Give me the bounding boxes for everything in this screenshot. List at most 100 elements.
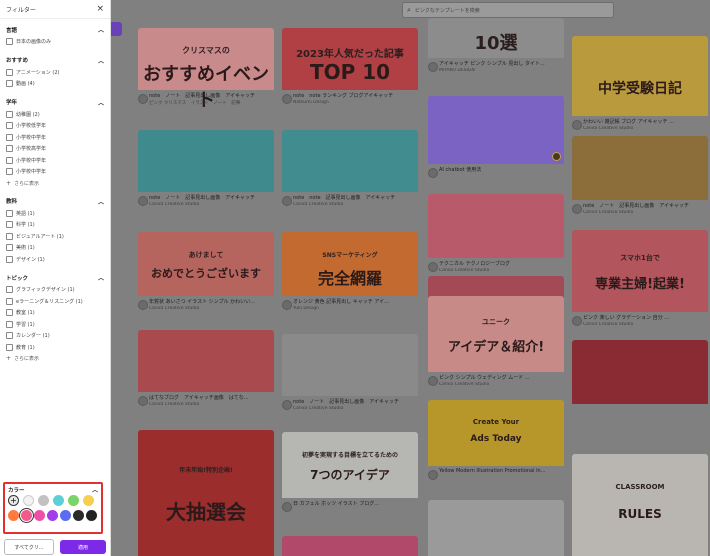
template-title[interactable]: ピンク シンプル ウェディング ムード ... <box>439 374 564 381</box>
creator-name[interactable]: Canva Creative Studio <box>583 126 708 131</box>
creator-avatar[interactable] <box>138 300 148 310</box>
chevron-up-icon[interactable]: ︿ <box>92 485 98 494</box>
filter-option[interactable]: グラフィックデザイン (1) <box>6 284 104 296</box>
template-thumbnail[interactable]: ユニーク アイデア＆紹介! <box>428 296 564 372</box>
creator-name[interactable]: Canva Creative Studio <box>293 406 418 411</box>
template-thumbnail[interactable] <box>282 130 418 192</box>
checkbox[interactable] <box>6 110 13 118</box>
checkbox[interactable] <box>6 68 13 76</box>
color-swatch[interactable] <box>23 495 34 506</box>
filter-option[interactable]: アニメーション (2) <box>6 67 104 79</box>
checkbox[interactable] <box>6 221 13 229</box>
color-swatch[interactable] <box>34 510 45 521</box>
template-thumbnail[interactable] <box>138 330 274 392</box>
chevron-up-icon[interactable]: ︿ <box>98 25 104 34</box>
color-swatch[interactable] <box>8 510 19 521</box>
template-thumbnail[interactable] <box>282 334 418 396</box>
creator-name[interactable]: Canva Creative Studio <box>149 202 274 207</box>
creator-name[interactable]: Canva Creative Studio <box>149 402 274 407</box>
chevron-up-icon[interactable]: ︿ <box>98 273 104 282</box>
template-title[interactable]: note note ランキング ブログアイキャッチ <box>293 92 418 99</box>
creator-avatar[interactable] <box>428 168 438 178</box>
checkbox[interactable] <box>6 332 13 340</box>
color-swatch[interactable] <box>53 495 64 506</box>
template-thumbnail[interactable]: スマホ1台で 専業主婦!起業! <box>572 230 708 312</box>
template-thumbnail[interactable] <box>572 340 708 404</box>
filter-option[interactable]: 科学 (1) <box>6 219 104 231</box>
creator-name[interactable]: Canva Creative Studio <box>149 306 274 311</box>
template-thumbnail[interactable] <box>428 500 564 556</box>
checkbox[interactable] <box>6 80 13 88</box>
template-title[interactable]: 日 カフェル ホッツ イラスト ブログ... <box>293 500 418 507</box>
template-card[interactable]: あけまして おめでとうございます 年賀状 あいさつ イラスト シンプル かわいい..… <box>138 232 274 318</box>
checkbox[interactable] <box>6 286 13 294</box>
filter-option[interactable]: 幼稚園 (2) <box>6 109 104 121</box>
checkbox[interactable] <box>6 343 13 351</box>
template-card[interactable]: note ノート 記事見出し画像 アイキャッチ Canva Creative St… <box>282 334 418 418</box>
template-thumbnail[interactable]: CLASSROOM RULES <box>572 454 708 556</box>
template-thumbnail[interactable]: 2023年人気だった記事 TOP 10 <box>282 28 418 90</box>
filter-option[interactable]: 教育 (1) <box>6 342 104 354</box>
creator-name[interactable]: Canva Creative Studio <box>439 268 564 273</box>
filter-option[interactable]: 学習 (1) <box>6 319 104 331</box>
filter-option[interactable]: 動画 (4) <box>6 78 104 90</box>
template-thumbnail[interactable]: 年末年始!特別企画! 大抽選会 <box>138 430 274 556</box>
creator-name[interactable]: Canva Creative Studio <box>293 202 418 207</box>
filter-section-title[interactable]: トピック ︿ <box>6 271 104 284</box>
chevron-up-icon[interactable]: ︿ <box>98 197 104 206</box>
checkbox[interactable] <box>6 156 13 164</box>
template-thumbnail[interactable]: 中学受験日記 <box>572 36 708 116</box>
template-card[interactable] <box>572 340 708 426</box>
checkbox[interactable] <box>6 297 13 305</box>
template-title[interactable]: かわいい 雑記帳 ブログ アイキャッチ ... <box>583 118 708 125</box>
filter-option[interactable]: 小学校中学年 <box>6 166 104 178</box>
filter-option[interactable]: ビジュアルアート (1) <box>6 231 104 243</box>
creator-avatar[interactable] <box>572 204 582 214</box>
filter-option[interactable]: カレンダー (1) <box>6 330 104 342</box>
creator-avatar[interactable] <box>282 94 292 104</box>
creator-avatar[interactable] <box>282 196 292 206</box>
creator-avatar[interactable] <box>428 376 438 386</box>
template-card[interactable]: ユニーク アイデア＆紹介! ピンク シンプル ウェディング ムード ... Canva… <box>428 296 564 394</box>
template-thumbnail[interactable]: Create Your Ads Today <box>428 400 564 466</box>
filter-option[interactable]: eラーニング＆リスニング (1) <box>6 296 104 308</box>
template-card[interactable]: スマホ1台で 専業主婦!起業! ピンク 楽しい グラデーション 自分 ... Canv… <box>572 230 708 334</box>
close-icon[interactable]: × <box>96 4 104 14</box>
creator-avatar[interactable] <box>282 300 292 310</box>
color-swatch[interactable]: + <box>8 495 19 506</box>
creator-avatar[interactable] <box>428 262 438 272</box>
filter-section-title[interactable]: 言語 ︿ <box>6 23 104 36</box>
color-swatch[interactable] <box>47 510 58 521</box>
show-more-button[interactable]: + さらに表示 <box>6 353 104 364</box>
template-thumbnail[interactable] <box>428 96 564 164</box>
apply-button[interactable]: 適用 <box>60 540 106 554</box>
checkbox[interactable] <box>6 320 13 328</box>
template-card[interactable]: SNSマーケティング 完全網羅 オレンジ 黄色 記事見出し キャッチ アイ... Yu… <box>282 232 418 318</box>
show-more-button[interactable]: + さらに表示 <box>6 178 104 189</box>
template-title[interactable]: 年賀状 あいさつ イラスト シンプル かわいい... <box>149 298 274 305</box>
template-title[interactable]: はてなブログ アイキャッチ画像 はてな... <box>149 394 274 401</box>
template-title[interactable]: note ノート 記事見出し画像 アイキャッチ <box>583 202 708 209</box>
color-swatch[interactable] <box>83 495 94 506</box>
checkbox[interactable] <box>6 168 13 176</box>
template-title[interactable]: note ノート 記事見出し画像 アイキャッチ <box>149 92 274 99</box>
template-card[interactable]: テクニカル テクノロジーブログ Canva Creative Studio <box>428 194 564 280</box>
template-card[interactable]: AI chatbot 使用法 <box>428 96 564 186</box>
filter-section-title[interactable]: 教科 ︿ <box>6 195 104 208</box>
template-card[interactable]: はてなブログ アイキャッチ画像 はてな...Canva Creative Stu… <box>138 330 274 414</box>
template-card[interactable]: note note 記事見出し画像 アイキャッチ Canva Creative S… <box>282 130 418 214</box>
template-thumbnail[interactable] <box>572 136 708 200</box>
creator-avatar[interactable] <box>138 94 148 104</box>
filter-option[interactable]: 小学校低学年 <box>6 120 104 132</box>
template-thumbnail[interactable]: クリスマスの おすすめイベント <box>138 28 274 111</box>
template-title[interactable]: note note 記事見出し画像 アイキャッチ <box>293 194 418 201</box>
template-card[interactable]: 2023年人気だった記事 TOP 10 note note ランキング ブログアイキ… <box>282 28 418 112</box>
template-title[interactable]: note ノート 記事見出し画像 アイキャッチ <box>149 194 274 201</box>
color-swatch[interactable] <box>73 510 84 521</box>
filter-option[interactable]: 小学校高学年 <box>6 143 104 155</box>
checkbox[interactable] <box>6 38 13 46</box>
creator-name[interactable]: Natsumi Design <box>293 100 418 105</box>
creator-avatar[interactable] <box>138 396 148 406</box>
template-card[interactable]: クリスマスの おすすめイベント note ノート 記事見出し画像 アイキャッチ ピンク… <box>138 28 274 112</box>
template-card[interactable]: 中学受験日記かわいい 雑記帳 ブログ アイキャッチ ... Canva Creat… <box>572 36 708 138</box>
